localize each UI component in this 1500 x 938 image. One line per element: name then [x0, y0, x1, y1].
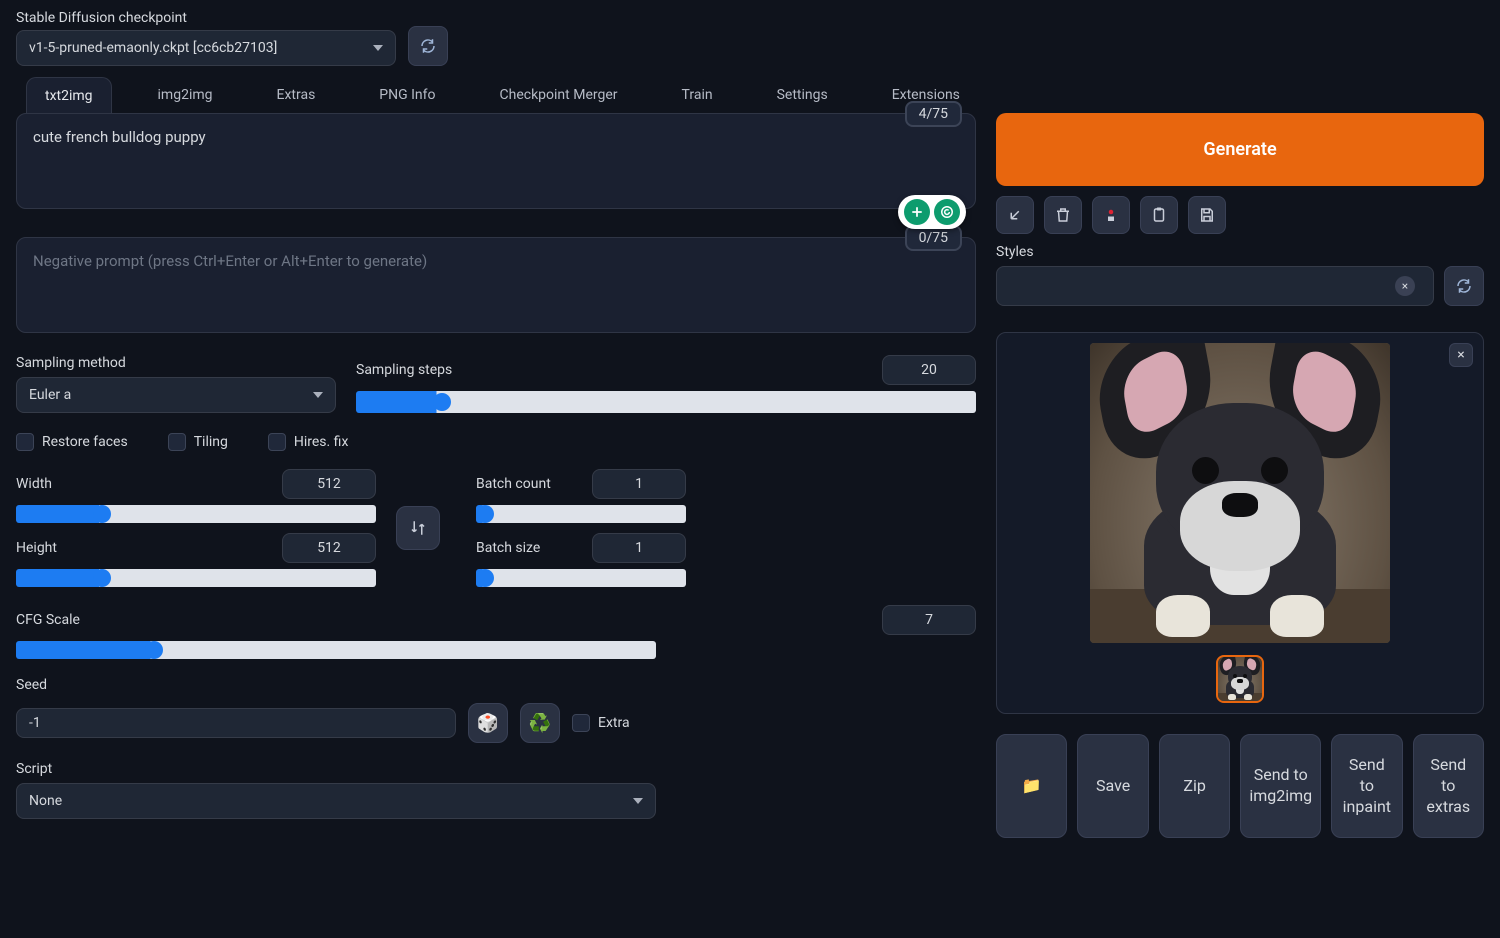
sampling-method-dropdown[interactable]: Euler a — [16, 377, 336, 413]
sampling-steps-label: Sampling steps — [356, 362, 452, 378]
height-slider[interactable] — [16, 569, 376, 587]
arrow-down-left-icon — [1006, 206, 1024, 224]
tiling-label: Tiling — [194, 434, 228, 450]
batch-count-slider[interactable] — [476, 505, 686, 523]
styles-dropdown[interactable]: × — [996, 266, 1434, 306]
width-slider[interactable] — [16, 505, 376, 523]
folder-icon: 📁 — [1022, 776, 1042, 797]
batch-count-label: Batch count — [476, 476, 551, 492]
width-input[interactable] — [282, 469, 376, 499]
main-tabs: txt2img img2img Extras PNG Info Checkpoi… — [16, 76, 1484, 113]
send-extras-button[interactable]: Send to extras — [1413, 734, 1484, 838]
height-label: Height — [16, 540, 57, 556]
read-params-button[interactable] — [996, 196, 1034, 234]
zip-button[interactable]: Zip — [1159, 734, 1230, 838]
paste-button[interactable] — [1140, 196, 1178, 234]
recycle-icon: ♻️ — [529, 713, 551, 734]
restore-faces-checkbox[interactable]: Restore faces — [16, 433, 128, 451]
cfg-slider[interactable] — [16, 641, 656, 659]
sampling-steps-input[interactable] — [882, 355, 976, 385]
chevron-down-icon — [633, 798, 643, 804]
clipboard-icon — [1150, 206, 1168, 224]
seed-input[interactable] — [16, 708, 456, 738]
output-image[interactable] — [1090, 343, 1390, 643]
cfg-input[interactable] — [882, 605, 976, 635]
tab-extras[interactable]: Extras — [259, 77, 334, 114]
chevron-down-icon — [373, 45, 383, 51]
height-input[interactable] — [282, 533, 376, 563]
prompt-input[interactable]: cute french bulldog puppy — [16, 113, 976, 209]
checkpoint-dropdown[interactable]: v1-5-pruned-emaonly.ckpt [cc6cb27103] — [16, 30, 396, 66]
swap-icon — [409, 519, 427, 537]
batch-size-slider[interactable] — [476, 569, 686, 587]
batch-count-input[interactable] — [592, 469, 686, 499]
refresh-icon — [419, 37, 437, 55]
width-label: Width — [16, 476, 52, 492]
script-value: None — [29, 793, 62, 809]
random-seed-button[interactable]: 🎲 — [468, 703, 508, 743]
checkpoint-value: v1-5-pruned-emaonly.ckpt [cc6cb27103] — [29, 40, 277, 56]
tab-checkpoint-merger[interactable]: Checkpoint Merger — [482, 77, 636, 114]
batch-size-input[interactable] — [592, 533, 686, 563]
dice-icon: 🎲 — [477, 713, 499, 734]
script-dropdown[interactable]: None — [16, 783, 656, 819]
hires-fix-checkbox[interactable]: Hires. fix — [268, 433, 349, 451]
grammarly-icon[interactable] — [934, 199, 960, 225]
styles-label: Styles — [996, 244, 1484, 260]
batch-size-label: Batch size — [476, 540, 540, 556]
save-floppy-icon — [1198, 206, 1216, 224]
tab-settings[interactable]: Settings — [759, 77, 846, 114]
trash-icon — [1054, 206, 1072, 224]
restore-faces-label: Restore faces — [42, 434, 128, 450]
clear-prompt-button[interactable] — [1044, 196, 1082, 234]
tiling-checkbox[interactable]: Tiling — [168, 433, 228, 451]
send-img2img-button[interactable]: Send to img2img — [1240, 734, 1321, 838]
cfg-label: CFG Scale — [16, 612, 80, 628]
send-inpaint-button[interactable]: Send to inpaint — [1331, 734, 1402, 838]
tab-train[interactable]: Train — [664, 77, 731, 114]
save-button[interactable]: Save — [1077, 734, 1148, 838]
seed-label: Seed — [16, 677, 976, 693]
swap-dimensions-button[interactable] — [396, 506, 440, 550]
output-thumbnail[interactable] — [1216, 655, 1264, 703]
script-label: Script — [16, 761, 976, 777]
close-gallery-button[interactable]: × — [1449, 343, 1473, 367]
sampling-method-value: Euler a — [29, 387, 71, 403]
negative-prompt-input[interactable] — [16, 237, 976, 333]
seed-extra-label: Extra — [598, 715, 630, 731]
refresh-styles-button[interactable] — [1444, 266, 1484, 306]
output-gallery: × — [996, 332, 1484, 714]
stop-record-icon — [1102, 206, 1120, 224]
generate-button[interactable]: Generate — [996, 113, 1484, 186]
prompt-tools — [898, 195, 966, 229]
refresh-icon — [1455, 277, 1473, 295]
hires-fix-label: Hires. fix — [294, 434, 349, 450]
open-folder-button[interactable]: 📁 — [996, 734, 1067, 838]
seed-extra-checkbox[interactable]: Extra — [572, 714, 630, 732]
refresh-checkpoint-button[interactable] — [408, 26, 448, 66]
reuse-seed-button[interactable]: ♻️ — [520, 703, 560, 743]
tab-img2img[interactable]: img2img — [140, 77, 231, 114]
sampling-steps-slider[interactable] — [356, 391, 976, 413]
tab-txt2img[interactable]: txt2img — [26, 77, 112, 114]
prompt-token-count: 4/75 — [905, 101, 962, 127]
save-style-button[interactable] — [1188, 196, 1226, 234]
grammarly-add-icon[interactable] — [904, 199, 930, 225]
clear-styles-icon[interactable]: × — [1395, 276, 1415, 296]
interrupt-button[interactable] — [1092, 196, 1130, 234]
chevron-down-icon — [313, 392, 323, 398]
sampling-method-label: Sampling method — [16, 355, 336, 371]
checkpoint-label: Stable Diffusion checkpoint — [16, 10, 396, 26]
tab-pnginfo[interactable]: PNG Info — [361, 77, 453, 114]
